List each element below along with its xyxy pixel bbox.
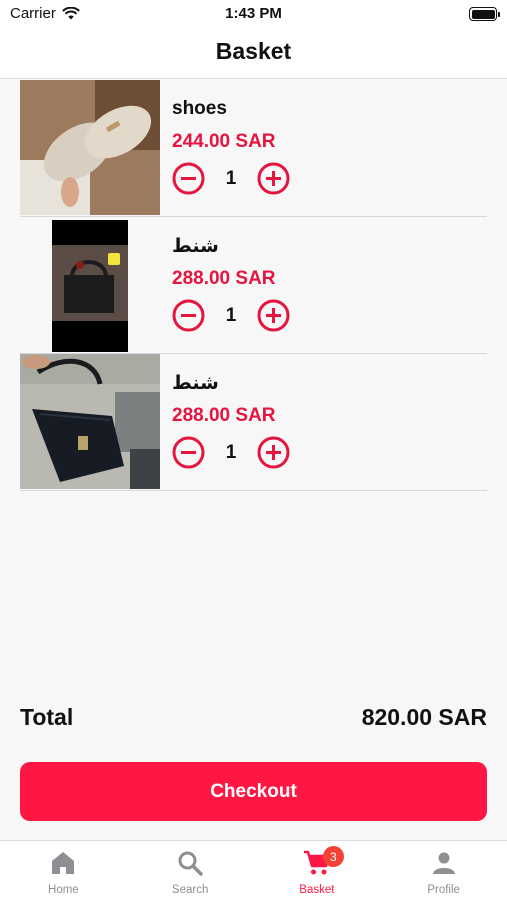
tab-profile[interactable]: Profile xyxy=(380,841,507,900)
total-row: Total 820.00 SAR xyxy=(20,704,487,731)
decrease-quantity-button[interactable] xyxy=(172,299,205,332)
basket-list: shoes 244.00 SAR 1 شنط 288.00 SAR 1 شنط … xyxy=(20,80,487,491)
item-name: شنط xyxy=(172,373,219,394)
increase-quantity-button[interactable] xyxy=(257,436,290,469)
item-price: 288.00 SAR xyxy=(172,268,276,289)
checkout-button[interactable]: Checkout xyxy=(20,762,487,821)
clock: 1:43 PM xyxy=(225,5,282,22)
basket-item: شنط 288.00 SAR 1 xyxy=(20,354,487,491)
quantity-stepper: 1 xyxy=(172,162,487,195)
tab-home[interactable]: Home xyxy=(0,841,127,900)
tab-bar: Home Search 3 Basket Profile xyxy=(0,840,507,900)
product-image[interactable] xyxy=(20,217,160,352)
quantity-stepper: 1 xyxy=(172,436,487,469)
status-bar: Carrier 1:43 PM xyxy=(0,0,507,28)
tab-search[interactable]: Search xyxy=(127,841,254,900)
item-info: شنط 288.00 SAR 1 xyxy=(172,235,487,332)
item-name: shoes xyxy=(172,98,227,119)
item-info: shoes 244.00 SAR 1 xyxy=(172,98,487,195)
decrease-quantity-button[interactable] xyxy=(172,436,205,469)
basket-item: shoes 244.00 SAR 1 xyxy=(20,80,487,217)
item-info: شنط 288.00 SAR 1 xyxy=(172,372,487,469)
basket-item: شنط 288.00 SAR 1 xyxy=(20,217,487,354)
tab-label: Home xyxy=(48,884,79,896)
profile-icon xyxy=(432,852,455,874)
page-title: Basket xyxy=(215,38,292,64)
quantity-value: 1 xyxy=(225,167,237,189)
total-value: 820.00 SAR xyxy=(361,704,487,730)
item-price: 244.00 SAR xyxy=(172,131,276,152)
nav-header: Basket xyxy=(0,28,507,79)
tab-label: Basket xyxy=(299,884,335,896)
tab-basket[interactable]: 3 Basket xyxy=(254,841,381,900)
home-icon xyxy=(52,852,75,874)
item-price: 288.00 SAR xyxy=(172,405,276,426)
total-label: Total xyxy=(20,704,74,730)
product-image[interactable] xyxy=(20,80,160,215)
tab-label: Profile xyxy=(427,884,460,896)
increase-quantity-button[interactable] xyxy=(257,299,290,332)
decrease-quantity-button[interactable] xyxy=(172,162,205,195)
tab-label: Search xyxy=(171,884,209,896)
increase-quantity-button[interactable] xyxy=(257,162,290,195)
quantity-stepper: 1 xyxy=(172,299,487,332)
item-name: شنط xyxy=(172,236,219,257)
quantity-value: 1 xyxy=(225,304,237,326)
product-image[interactable] xyxy=(20,354,160,489)
search-icon xyxy=(178,851,203,876)
quantity-value: 1 xyxy=(225,441,237,463)
cart-count-badge: 3 xyxy=(322,846,344,867)
battery-icon xyxy=(469,7,500,21)
